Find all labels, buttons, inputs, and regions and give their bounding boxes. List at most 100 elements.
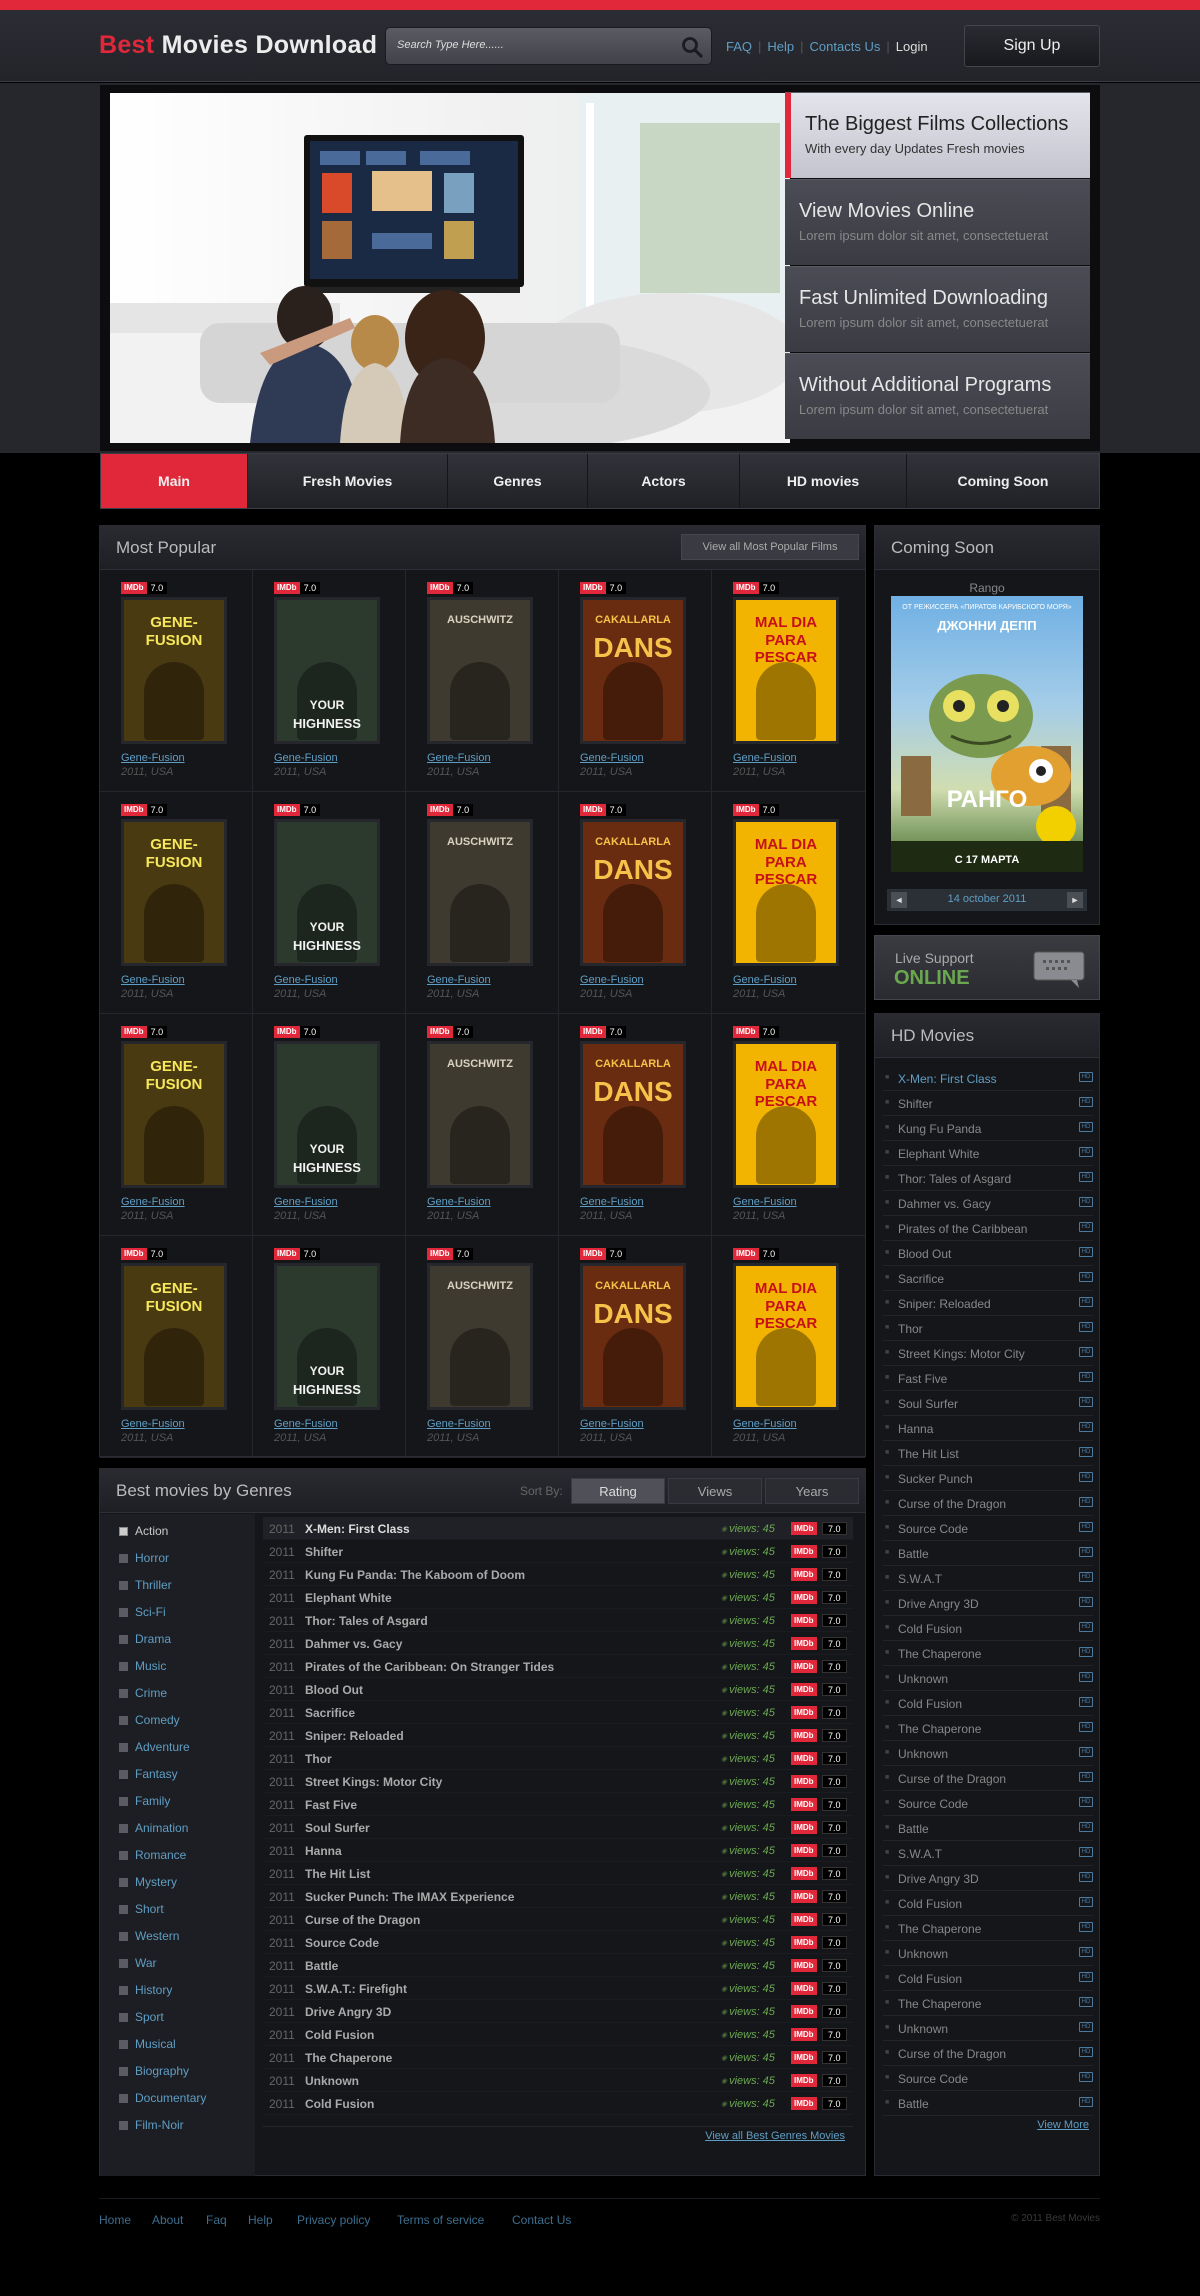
- movie-title-link[interactable]: X-Men: First Class: [305, 1522, 410, 1536]
- movie-name-link[interactable]: Gene-Fusion: [580, 974, 644, 986]
- hd-movie-item[interactable]: ■ Source Code HD: [883, 1791, 1093, 1816]
- genre-movie-row[interactable]: 2011 Source Code views: 45 IMDb 7.0: [263, 1931, 853, 1954]
- movie-name-link[interactable]: Gene-Fusion: [427, 974, 491, 986]
- coming-soon-poster[interactable]: ОТ РЕЖИССЕРА «ПИРАТОВ КАРИБСКОГО МОРЯ» Д…: [891, 596, 1083, 872]
- movie-title-link[interactable]: Blood Out: [305, 1683, 363, 1697]
- hd-movie-item[interactable]: ■ Drive Angry 3D HD: [883, 1866, 1093, 1891]
- contacts-link[interactable]: Contacts Us: [810, 39, 881, 54]
- hd-movie-item[interactable]: ■ Source Code HD: [883, 2066, 1093, 2091]
- hd-movie-item[interactable]: ■ Unknown HD: [883, 1941, 1093, 1966]
- movie-poster[interactable]: AUSCHWITZ: [427, 1041, 533, 1188]
- genre-item[interactable]: Crime: [119, 1686, 167, 1700]
- genre-movie-row[interactable]: 2011 Soul Surfer views: 45 IMDb 7.0: [263, 1816, 853, 1839]
- genre-item[interactable]: Adventure: [119, 1740, 190, 1754]
- movie-title-link[interactable]: Sacrifice: [305, 1706, 355, 1720]
- hd-movie-item[interactable]: ■ Curse of the Dragon HD: [883, 1491, 1093, 1516]
- footer-link[interactable]: About: [152, 2213, 183, 2227]
- movie-name-link[interactable]: Gene-Fusion: [733, 752, 797, 764]
- genre-movie-row[interactable]: 2011 Street Kings: Motor City views: 45 IMD…: [263, 1770, 853, 1793]
- hd-movie-item[interactable]: ■ Curse of the Dragon HD: [883, 1766, 1093, 1791]
- genre-item[interactable]: Family: [119, 1794, 170, 1808]
- movie-title-link[interactable]: Sucker Punch: The IMAX Experience: [305, 1890, 514, 1904]
- hd-movie-item[interactable]: ■ Hanna HD: [883, 1416, 1093, 1441]
- movie-title-link[interactable]: Fast Five: [305, 1798, 357, 1812]
- movie-poster[interactable]: MAL DIA PARA PESCAR: [733, 819, 839, 966]
- nav-coming-soon[interactable]: Coming Soon: [907, 454, 1099, 508]
- banner-feature-collections[interactable]: The Biggest Films Collections With every…: [785, 92, 1090, 178]
- movie-card[interactable]: IMDb 7.0 YOUR HIGHNESS Gene-Fusion 2011, USA: [253, 1236, 406, 1458]
- genre-item[interactable]: Fantasy: [119, 1767, 178, 1781]
- coming-soon-movie-title[interactable]: Rango: [875, 581, 1099, 595]
- hd-movie-item[interactable]: ■ The Chaperone HD: [883, 1641, 1093, 1666]
- movie-name-link[interactable]: Gene-Fusion: [427, 1418, 491, 1430]
- search-box[interactable]: Search Type Here......: [385, 27, 712, 65]
- hd-movie-item[interactable]: ■ Dahmer vs. Gacy HD: [883, 1191, 1093, 1216]
- movie-card[interactable]: IMDb 7.0 GENE- FUSION Gene-Fusion 2011, USA: [100, 1236, 253, 1458]
- hd-movie-item[interactable]: ■ Battle HD: [883, 1816, 1093, 1841]
- movie-name-link[interactable]: Gene-Fusion: [580, 1418, 644, 1430]
- movie-card[interactable]: IMDb 7.0 YOUR HIGHNESS Gene-Fusion 2011, USA: [253, 1014, 406, 1236]
- hd-movie-item[interactable]: ■ The Chaperone HD: [883, 1716, 1093, 1741]
- movie-card[interactable]: IMDb 7.0 GENE- FUSION Gene-Fusion 2011, USA: [100, 1014, 253, 1236]
- footer-link[interactable]: Faq: [206, 2213, 227, 2227]
- movie-card[interactable]: IMDb 7.0 CAKALLARLA DANS Gene-Fusion 2011, US…: [559, 1236, 712, 1458]
- movie-card[interactable]: IMDb 7.0 MAL DIA PARA PESCAR Gene-Fusion 2011…: [712, 1014, 865, 1236]
- hd-movie-item[interactable]: ■ Cold Fusion HD: [883, 1891, 1093, 1916]
- movie-card[interactable]: IMDb 7.0 AUSCHWITZ Gene-Fusion 2011, USA: [406, 792, 559, 1014]
- live-support-box[interactable]: Live Support ONLINE: [874, 935, 1100, 1000]
- hd-movie-item[interactable]: ■ The Chaperone HD: [883, 1991, 1093, 2016]
- movie-title-link[interactable]: Street Kings: Motor City: [305, 1775, 442, 1789]
- genre-item[interactable]: Sport: [119, 2010, 164, 2024]
- movie-title-link[interactable]: Elephant White: [305, 1591, 392, 1605]
- genre-item[interactable]: History: [119, 1983, 172, 1997]
- genre-item[interactable]: Action: [119, 1524, 168, 1538]
- genre-movie-row[interactable]: 2011 Kung Fu Panda: The Kaboom of Doom vie…: [263, 1563, 853, 1586]
- hd-movie-item[interactable]: ■ Drive Angry 3D HD: [883, 1591, 1093, 1616]
- hd-movie-item[interactable]: ■ Sniper: Reloaded HD: [883, 1291, 1093, 1316]
- movie-card[interactable]: IMDb 7.0 AUSCHWITZ Gene-Fusion 2011, USA: [406, 1236, 559, 1458]
- movie-poster[interactable]: MAL DIA PARA PESCAR: [733, 1263, 839, 1410]
- genre-movie-row[interactable]: 2011 Fast Five views: 45 IMDb 7.0: [263, 1793, 853, 1816]
- view-all-genres-link[interactable]: View all Best Genres Movies: [705, 2130, 845, 2142]
- movie-title-link[interactable]: Unknown: [305, 2074, 359, 2088]
- movie-title-link[interactable]: Curse of the Dragon: [305, 1913, 420, 1927]
- search-input[interactable]: Search Type Here......: [397, 39, 504, 51]
- hd-movie-item[interactable]: ■ Cold Fusion HD: [883, 1966, 1093, 1991]
- movie-name-link[interactable]: Gene-Fusion: [580, 1196, 644, 1208]
- movie-name-link[interactable]: Gene-Fusion: [427, 1196, 491, 1208]
- hd-movie-item[interactable]: ■ Sacrifice HD: [883, 1266, 1093, 1291]
- genre-movie-row[interactable]: 2011 Unknown views: 45 IMDb 7.0: [263, 2069, 853, 2092]
- hd-movie-item[interactable]: ■ X-Men: First Class HD: [883, 1066, 1093, 1091]
- hd-movie-item[interactable]: ■ Soul Surfer HD: [883, 1391, 1093, 1416]
- movie-title-link[interactable]: Shifter: [305, 1545, 343, 1559]
- movie-card[interactable]: IMDb 7.0 GENE- FUSION Gene-Fusion 2011, USA: [100, 570, 253, 792]
- hd-movie-item[interactable]: ■ Battle HD: [883, 2091, 1093, 2116]
- movie-title-link[interactable]: Kung Fu Panda: The Kaboom of Doom: [305, 1568, 525, 1582]
- movie-title-link[interactable]: Thor: [305, 1752, 332, 1766]
- hd-movie-item[interactable]: ■ S.W.A.T HD: [883, 1841, 1093, 1866]
- genre-item[interactable]: Mystery: [119, 1875, 177, 1889]
- genre-movie-row[interactable]: 2011 Sniper: Reloaded views: 45 IMDb 7.0: [263, 1724, 853, 1747]
- hd-movie-item[interactable]: ■ Shifter HD: [883, 1091, 1093, 1116]
- genre-item[interactable]: War: [119, 1956, 157, 1970]
- sort-views-button[interactable]: Views: [668, 1478, 762, 1504]
- hd-movie-item[interactable]: ■ Source Code HD: [883, 1516, 1093, 1541]
- footer-link[interactable]: Help: [248, 2213, 273, 2227]
- movie-name-link[interactable]: Gene-Fusion: [274, 752, 338, 764]
- genre-movie-row[interactable]: 2011 Curse of the Dragon views: 45 IMDb 7.0: [263, 1908, 853, 1931]
- movie-title-link[interactable]: Drive Angry 3D: [305, 2005, 391, 2019]
- movie-name-link[interactable]: Gene-Fusion: [427, 752, 491, 764]
- genre-movie-row[interactable]: 2011 Sacrifice views: 45 IMDb 7.0: [263, 1701, 853, 1724]
- movie-card[interactable]: IMDb 7.0 MAL DIA PARA PESCAR Gene-Fusion 2011…: [712, 792, 865, 1014]
- movie-poster[interactable]: GENE- FUSION: [121, 819, 227, 966]
- genre-item[interactable]: Documentary: [119, 2091, 206, 2105]
- movie-poster[interactable]: AUSCHWITZ: [427, 1263, 533, 1410]
- movie-poster[interactable]: AUSCHWITZ: [427, 597, 533, 744]
- hd-movie-item[interactable]: ■ Kung Fu Panda HD: [883, 1116, 1093, 1141]
- genre-item[interactable]: Comedy: [119, 1713, 180, 1727]
- movie-card[interactable]: IMDb 7.0 CAKALLARLA DANS Gene-Fusion 2011, US…: [559, 570, 712, 792]
- hd-movie-item[interactable]: ■ Thor: Tales of Asgard HD: [883, 1166, 1093, 1191]
- next-arrow-icon[interactable]: ►: [1067, 892, 1083, 908]
- genre-movie-row[interactable]: 2011 Blood Out views: 45 IMDb 7.0: [263, 1678, 853, 1701]
- movie-card[interactable]: IMDb 7.0 CAKALLARLA DANS Gene-Fusion 2011, US…: [559, 1014, 712, 1236]
